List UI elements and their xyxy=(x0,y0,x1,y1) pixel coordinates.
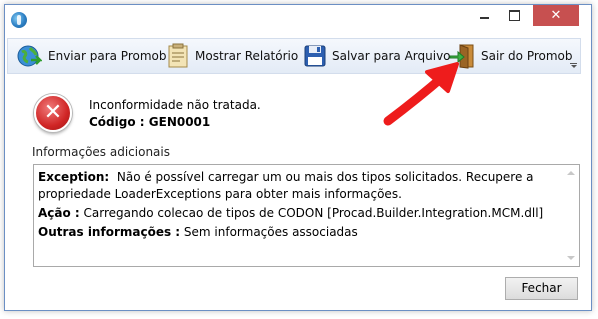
error-code-row: Código : GEN0001 xyxy=(89,115,210,129)
floppy-disk-icon xyxy=(304,45,326,67)
other-info-text: Sem informações associadas xyxy=(183,225,358,239)
exception-text: Não é possível carregar um ou mais dos t… xyxy=(38,170,534,201)
exit-promob-button[interactable]: Sair do Promob xyxy=(449,39,573,73)
minimize-button[interactable] xyxy=(471,5,497,26)
send-to-promob-button[interactable]: Enviar para Promob xyxy=(16,39,166,73)
exit-door-icon xyxy=(449,44,474,69)
maximize-icon xyxy=(509,10,520,21)
error-icon: ✕ xyxy=(34,94,72,132)
show-report-button[interactable]: Mostrar Relatório xyxy=(167,39,298,73)
scroll-up-icon[interactable] xyxy=(567,171,575,175)
exception-line: Exception: Não é possível carregar um ou… xyxy=(38,169,558,203)
send-to-promob-label: Enviar para Promob xyxy=(48,49,167,63)
report-icon xyxy=(168,43,188,68)
other-info-line: Outras informações : Sem informações ass… xyxy=(38,224,558,241)
action-text: Carregando colecao de tipos de CODON [Pr… xyxy=(83,206,544,220)
error-cross-glyph: ✕ xyxy=(43,100,63,125)
error-message: Inconformidade não tratada. xyxy=(89,98,261,112)
toolbar: Enviar para Promob Mostrar Relatório Sal… xyxy=(7,38,581,74)
app-icon xyxy=(11,12,27,28)
error-code-label: Código : xyxy=(89,115,145,129)
close-window-button[interactable]: ✕ xyxy=(533,5,579,26)
action-line: Ação : Carregando colecao de tipos de CO… xyxy=(38,205,558,222)
scroll-down-icon[interactable] xyxy=(567,256,575,260)
additional-info-label: Informações adicionais xyxy=(32,145,170,159)
error-dialog-window: ✕ Enviar para Promob Mostrar Relatório S… xyxy=(4,4,592,311)
save-to-file-label: Salvar para Arquivo xyxy=(332,49,451,63)
show-report-label: Mostrar Relatório xyxy=(195,49,299,63)
details-scrollbar[interactable] xyxy=(562,165,579,266)
other-info-label: Outras informações : xyxy=(38,225,181,239)
globe-send-icon xyxy=(17,45,42,67)
close-icon: ✕ xyxy=(550,8,562,23)
action-label: Ação : xyxy=(38,206,80,220)
exit-promob-label: Sair do Promob xyxy=(481,49,573,63)
exception-label: Exception: xyxy=(38,170,110,184)
save-to-file-button[interactable]: Salvar para Arquivo xyxy=(304,39,451,73)
details-text-area[interactable]: Exception: Não é possível carregar um ou… xyxy=(33,164,580,267)
maximize-button[interactable] xyxy=(501,5,527,26)
minimize-icon xyxy=(480,17,489,19)
toolbar-overflow-icon[interactable] xyxy=(570,63,577,69)
details-content: Exception: Não é possível carregar um ou… xyxy=(38,169,558,241)
close-button[interactable]: Fechar xyxy=(505,277,578,300)
title-bar[interactable]: ✕ xyxy=(5,5,591,35)
error-code-value: GEN0001 xyxy=(148,115,211,129)
